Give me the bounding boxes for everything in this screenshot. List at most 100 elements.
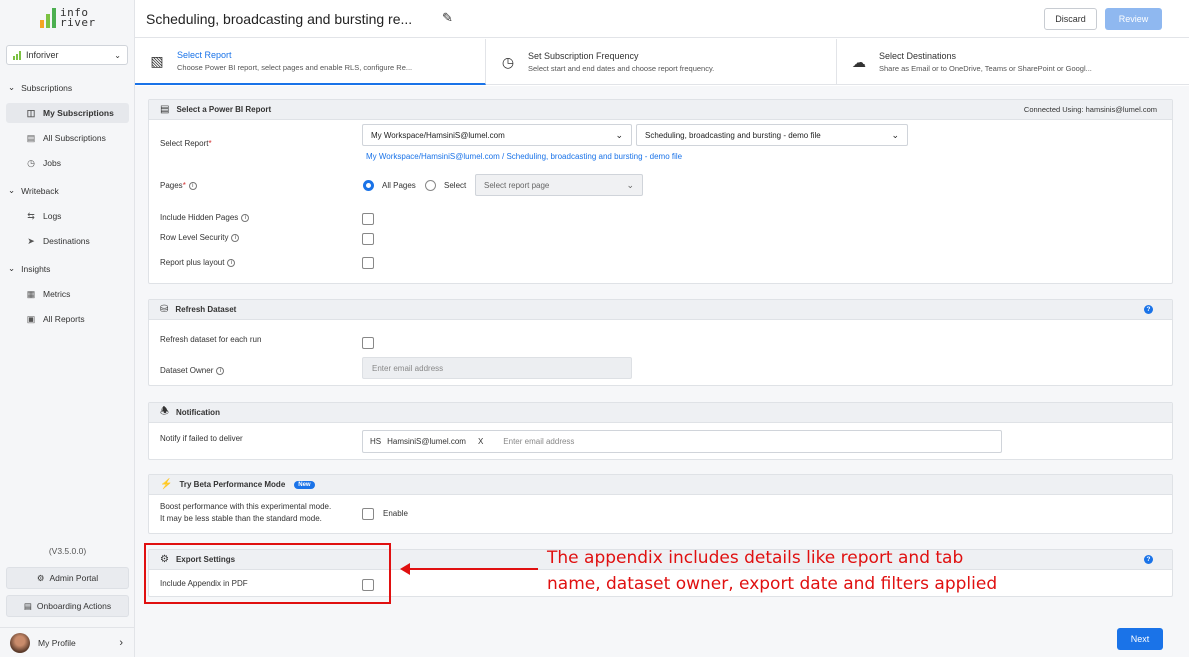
chevron-down-icon: ⌄ bbox=[8, 263, 16, 273]
nav-group-label: Subscriptions bbox=[21, 82, 73, 93]
report-icon: ▤ bbox=[160, 104, 170, 115]
sidebar-item-label: All Subscriptions bbox=[43, 133, 106, 143]
help-icon[interactable]: ? bbox=[1144, 555, 1153, 564]
dataset-owner-label: Dataset Owner i bbox=[160, 365, 225, 377]
nav-group-label: Writeback bbox=[21, 185, 59, 196]
send-icon: ➤ bbox=[27, 235, 35, 246]
pages-label: Pages* i bbox=[160, 180, 197, 192]
enable-label: Enable bbox=[383, 509, 408, 518]
logo-bars-icon bbox=[40, 8, 56, 28]
report-dropdown[interactable]: Scheduling, broadcasting and bursting - … bbox=[636, 124, 908, 146]
sidebar-item-destinations[interactable]: ➤ Destinations bbox=[6, 231, 129, 251]
sidebar-item-my-subscriptions[interactable]: ◫ My Subscriptions bbox=[6, 103, 129, 123]
workspace-dropdown[interactable]: My Workspace/HamsiniS@lumel.com ⌄ bbox=[362, 124, 632, 146]
workspace-select[interactable]: Inforiver ⌄ bbox=[6, 45, 128, 65]
enable-beta-checkbox[interactable] bbox=[362, 508, 374, 520]
sidebar-item-all-subscriptions[interactable]: ▤ All Subscriptions bbox=[6, 128, 129, 148]
refresh-each-label: Refresh dataset for each run bbox=[160, 335, 262, 344]
nav-group-subscriptions[interactable]: ⌄ Subscriptions bbox=[8, 82, 72, 93]
info-icon: i bbox=[188, 181, 197, 190]
rls-label: Row Level Security i bbox=[160, 232, 240, 244]
all-pages-label: All Pages bbox=[382, 181, 416, 190]
dataset-owner-input[interactable]: Enter email address bbox=[362, 357, 632, 379]
wizard-steps: ▧ Select Report Choose Power BI report, … bbox=[135, 39, 1189, 85]
bell-icon: 🕭 bbox=[160, 406, 169, 417]
card-heading: Refresh Dataset bbox=[175, 305, 237, 314]
review-button[interactable]: Review bbox=[1105, 8, 1162, 30]
card-heading: Select a Power BI Report bbox=[176, 105, 272, 114]
select-pages-radio[interactable] bbox=[425, 180, 436, 191]
next-button[interactable]: Next bbox=[1117, 628, 1163, 650]
discard-button[interactable]: Discard bbox=[1044, 8, 1097, 30]
clipboard-icon: ▤ bbox=[23, 600, 32, 611]
admin-icon: ⚙ bbox=[36, 572, 45, 583]
onboarding-actions-button[interactable]: ▤ Onboarding Actions bbox=[6, 595, 129, 617]
notify-label: Notify if failed to deliver bbox=[160, 434, 243, 443]
chip-remove-icon[interactable]: X bbox=[478, 437, 483, 446]
avatar bbox=[10, 632, 30, 653]
step-set-frequency[interactable]: ◷ Set Subscription Frequency Select star… bbox=[486, 39, 837, 85]
nav-group-writeback[interactable]: ⌄ Writeback bbox=[8, 185, 59, 196]
step-title: Select Destinations bbox=[879, 51, 957, 61]
new-badge: New bbox=[294, 480, 315, 489]
annotation-text: The appendix includes details like repor… bbox=[547, 548, 998, 594]
step-select-destinations[interactable]: ☁ Select Destinations Share as Email or … bbox=[837, 39, 1189, 85]
step-title: Select Report bbox=[177, 50, 232, 60]
chevron-down-icon: ⌄ bbox=[615, 129, 623, 140]
sidebar-item-all-reports[interactable]: ▣ All Reports bbox=[6, 309, 129, 329]
refresh-each-checkbox[interactable] bbox=[362, 337, 374, 349]
page-header: Scheduling, broadcasting and bursting re… bbox=[135, 0, 1189, 38]
logs-icon: ⇆ bbox=[27, 210, 35, 221]
help-icon[interactable]: ? bbox=[1144, 305, 1153, 314]
sidebar-item-logs[interactable]: ⇆ Logs bbox=[6, 206, 129, 226]
report-card: ▤ Select a Power BI Report Connected Usi… bbox=[148, 99, 1173, 284]
sidebar-item-label: Logs bbox=[43, 211, 62, 221]
pencil-icon[interactable]: ✎ bbox=[442, 10, 453, 26]
step-select-report[interactable]: ▧ Select Report Choose Power BI report, … bbox=[135, 39, 486, 85]
step-title: Set Subscription Frequency bbox=[528, 51, 639, 61]
calendar-icon: ▤ bbox=[26, 132, 36, 143]
chip-email: HamsiniS@lumel.com bbox=[387, 437, 466, 446]
step-desc: Select start and end dates and choose re… bbox=[528, 64, 715, 73]
include-hidden-checkbox[interactable] bbox=[362, 213, 374, 225]
nav-group-insights[interactable]: ⌄ Insights bbox=[8, 263, 50, 274]
sidebar-item-jobs[interactable]: ◷ Jobs bbox=[6, 153, 129, 173]
metrics-icon: ▦ bbox=[26, 288, 36, 299]
sidebar-item-metrics[interactable]: ▦ Metrics bbox=[6, 284, 129, 304]
rls-checkbox[interactable] bbox=[362, 233, 374, 245]
beta-performance-card: ⚡ Try Beta Performance Mode New Boost pe… bbox=[148, 474, 1173, 534]
refresh-dataset-card: ⛁ Refresh Dataset ? Refresh dataset for … bbox=[148, 299, 1173, 386]
notify-email-field[interactable]: HS HamsiniS@lumel.com X Enter email addr… bbox=[362, 430, 1002, 453]
sidebar-item-label: All Reports bbox=[43, 314, 85, 324]
admin-portal-button[interactable]: ⚙ Admin Portal bbox=[6, 567, 129, 589]
my-profile-button[interactable]: My Profile › bbox=[0, 627, 135, 657]
workspace-value: Inforiver bbox=[26, 50, 59, 60]
card-heading: Notification bbox=[175, 408, 220, 417]
report-path-link[interactable]: My Workspace/HamsiniS@lumel.com / Schedu… bbox=[366, 152, 682, 161]
nav-group-label: Insights bbox=[21, 263, 51, 274]
report-icon: ▧ bbox=[150, 52, 164, 69]
notification-card: 🕭 Notification Notify if failed to deliv… bbox=[148, 402, 1173, 460]
lightning-icon: ⚡ bbox=[160, 479, 173, 490]
chevron-down-icon: ⌄ bbox=[8, 82, 16, 92]
select-pages-label: Select bbox=[444, 181, 467, 190]
admin-portal-label: Admin Portal bbox=[49, 573, 99, 583]
database-icon: ⛁ bbox=[160, 304, 169, 315]
inforiver-logo[interactable]: info river bbox=[40, 7, 96, 28]
sidebar-item-label: My Subscriptions bbox=[43, 108, 114, 118]
all-pages-radio[interactable] bbox=[363, 180, 374, 191]
report-page-dropdown[interactable]: Select report page ⌄ bbox=[475, 174, 643, 196]
annotation-arrow bbox=[400, 563, 538, 575]
beta-desc: Boost performance with this experimental… bbox=[160, 502, 332, 523]
select-report-label: Select Report* bbox=[160, 139, 212, 148]
connected-using-label: Connected Using: hamsinis@lumel.com bbox=[1023, 105, 1157, 114]
card-heading: Try Beta Performance Mode bbox=[179, 480, 286, 489]
report-dropdown-value: Scheduling, broadcasting and bursting - … bbox=[645, 130, 821, 140]
info-icon: i bbox=[241, 213, 250, 222]
layout-checkbox[interactable] bbox=[362, 257, 374, 269]
notify-email-placeholder: Enter email address bbox=[503, 437, 575, 446]
clock-icon: ◷ bbox=[501, 53, 515, 70]
include-hidden-label: Include Hidden Pages i bbox=[160, 212, 250, 224]
report-page-placeholder: Select report page bbox=[484, 180, 550, 190]
layout-label: Report plus layout i bbox=[160, 257, 236, 269]
